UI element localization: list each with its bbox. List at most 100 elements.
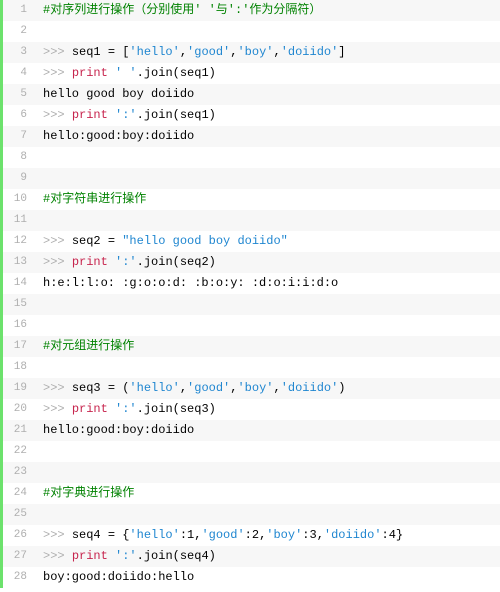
token-plain: ] (338, 45, 345, 59)
line-number: 3 (3, 42, 33, 63)
code-line: 15 (3, 294, 500, 315)
line-content (33, 294, 43, 315)
token-string: ' ' (115, 66, 137, 80)
code-line: 10#对字符串进行操作 (3, 189, 500, 210)
code-block: 1#对序列进行操作（分别使用' '与':'作为分隔符）23>>> seq1 = … (0, 0, 500, 588)
token-plain: , (180, 381, 187, 395)
token-string: ':' (115, 549, 137, 563)
code-area: 1#对序列进行操作（分别使用' '与':'作为分隔符）23>>> seq1 = … (3, 0, 500, 588)
token-plain: :2, (245, 528, 267, 542)
token-plain: .join(seq3) (137, 402, 216, 416)
token-keyword: >>> (43, 234, 72, 248)
line-content: >>> print ' '.join(seq1) (33, 63, 216, 84)
code-line: 17#对元组进行操作 (3, 336, 500, 357)
token-keyword: >>> (43, 66, 72, 80)
token-plain: ) (338, 381, 345, 395)
token-string: ':' (115, 255, 137, 269)
code-line: 27>>> print ':'.join(seq4) (3, 546, 500, 567)
line-number: 1 (3, 0, 33, 21)
token-plain (108, 66, 115, 80)
token-keyword: >>> (43, 381, 72, 395)
token-keyword: >>> (43, 45, 72, 59)
token-plain (108, 549, 115, 563)
code-line: 28boy:good:doiido:hello (3, 567, 500, 588)
token-plain: seq3 = ( (72, 381, 130, 395)
token-string: 'doiido' (281, 45, 339, 59)
token-plain (108, 255, 115, 269)
token-keyword: >>> (43, 528, 72, 542)
code-line: 2 (3, 21, 500, 42)
token-string: 'hello' (129, 528, 179, 542)
token-plain: h:e:l:l:o: :g:o:o:d: :b:o:y: :d:o:i:i:d:… (43, 276, 338, 290)
line-number: 15 (3, 294, 33, 315)
line-number: 22 (3, 441, 33, 462)
line-number: 23 (3, 462, 33, 483)
code-line: 3>>> seq1 = ['hello','good','boy','doiid… (3, 42, 500, 63)
token-string: ':' (115, 108, 137, 122)
line-content: #对序列进行操作（分别使用' '与':'作为分隔符） (33, 0, 321, 21)
token-string: "hello good boy doiido" (122, 234, 288, 248)
token-string: 'doiido' (324, 528, 382, 542)
code-line: 26>>> seq4 = {'hello':1,'good':2,'boy':3… (3, 525, 500, 546)
line-number: 7 (3, 126, 33, 147)
line-number: 14 (3, 273, 33, 294)
token-plain: .join(seq2) (137, 255, 216, 269)
code-line: 7 hello:good:boy:doiido (3, 126, 500, 147)
token-plain: hello good boy doiido (43, 87, 194, 101)
token-string: 'boy' (237, 45, 273, 59)
code-line: 9 (3, 168, 500, 189)
token-plain: , (273, 45, 280, 59)
code-line: 16 (3, 315, 500, 336)
line-content: >>> seq4 = {'hello':1,'good':2,'boy':3,'… (33, 525, 403, 546)
token-print: print (72, 549, 108, 563)
line-content (33, 168, 43, 189)
token-string: 'good' (187, 45, 230, 59)
token-keyword: >>> (43, 255, 72, 269)
line-number: 13 (3, 252, 33, 273)
token-plain: .join(seq1) (137, 66, 216, 80)
line-content: >>> print ':'.join(seq4) (33, 546, 216, 567)
token-plain: seq1 = [ (72, 45, 130, 59)
line-number: 19 (3, 378, 33, 399)
code-line: 25 (3, 504, 500, 525)
line-content (33, 315, 43, 336)
line-content (33, 147, 43, 168)
token-plain: .join(seq4) (137, 549, 216, 563)
line-number: 17 (3, 336, 33, 357)
token-keyword: >>> (43, 402, 72, 416)
token-plain: , (180, 45, 187, 59)
code-line: 13 >>> print ':'.join(seq2) (3, 252, 500, 273)
line-content: hello:good:boy:doiido (33, 126, 194, 147)
token-string: 'good' (187, 381, 230, 395)
code-line: 19>>> seq3 = ('hello','good','boy','doii… (3, 378, 500, 399)
code-line: 12>>> seq2 = "hello good boy doiido" (3, 231, 500, 252)
line-number: 8 (3, 147, 33, 168)
line-content: hello good boy doiido (33, 84, 194, 105)
line-content: hello:good:boy:doiido (33, 420, 194, 441)
line-content: boy:good:doiido:hello (33, 567, 194, 588)
token-comment: #对字典进行操作 (43, 486, 134, 500)
line-content (33, 210, 43, 231)
token-plain: boy:good:doiido:hello (43, 570, 194, 584)
token-plain: :3, (302, 528, 324, 542)
code-line: 22 (3, 441, 500, 462)
line-content (33, 441, 43, 462)
token-string: ':' (115, 402, 137, 416)
token-plain: hello:good:boy:doiido (43, 129, 194, 143)
line-content (33, 21, 43, 42)
line-content: >>> seq3 = ('hello','good','boy','doiido… (33, 378, 346, 399)
code-line: 8 (3, 147, 500, 168)
code-line: 1#对序列进行操作（分别使用' '与':'作为分隔符） (3, 0, 500, 21)
line-number: 16 (3, 315, 33, 336)
code-line: 5hello good boy doiido (3, 84, 500, 105)
line-number: 20 (3, 399, 33, 420)
line-content: >>> seq1 = ['hello','good','boy','doiido… (33, 42, 346, 63)
line-number: 24 (3, 483, 33, 504)
line-number: 26 (3, 525, 33, 546)
code-line: 11 (3, 210, 500, 231)
code-line: 20>>> print ':'.join(seq3) (3, 399, 500, 420)
token-plain (108, 402, 115, 416)
token-print: print (72, 108, 108, 122)
token-print: print (72, 255, 108, 269)
line-content: #对元组进行操作 (33, 336, 134, 357)
